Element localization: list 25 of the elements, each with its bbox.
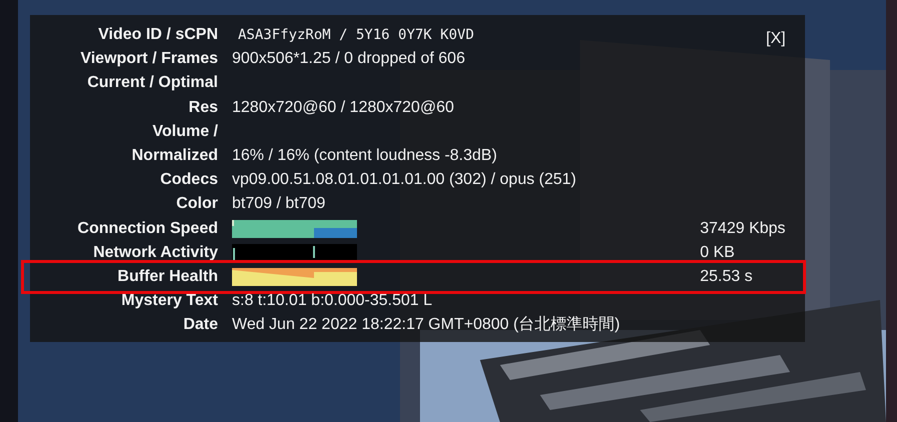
stat-value: 16% / 16% (content loudness -8.3dB) <box>232 148 498 164</box>
stat-value: 0 KB <box>700 244 735 261</box>
stat-label: Current / Optimal <box>87 75 218 92</box>
stat-label: Buffer Health <box>118 268 218 285</box>
stat-label: Viewport / Frames <box>80 51 218 68</box>
stat-label: Color <box>176 196 218 212</box>
stat-label: Video ID / sCPN <box>98 27 218 44</box>
stat-label: Codecs <box>160 172 218 188</box>
stat-label: Res <box>188 100 218 116</box>
stat-label: Connection Speed <box>78 220 218 237</box>
stat-value: bt709 / bt709 <box>232 196 326 212</box>
stat-value: 900x506*1.25 / 0 dropped of 606 <box>232 51 466 68</box>
stat-value: 25.53 s <box>700 268 752 285</box>
stat-label: Normalized <box>132 148 218 164</box>
stat-value: vp09.00.51.08.01.01.01.01.00 (302) / opus (251) <box>232 172 576 188</box>
stat-label: Date <box>183 317 218 334</box>
stat-value: s:8 t:10.01 b:0.000-35.501 L <box>232 293 432 310</box>
stat-label: Mystery Text <box>121 293 218 310</box>
stat-value: Wed Jun 22 2022 18:22:17 GMT+0800 (台北標準時間) <box>232 317 620 334</box>
stat-value: 37429 Kbps <box>700 220 786 237</box>
stat-label: Network Activity <box>93 244 218 261</box>
stat-value: 1280x720@60 / 1280x720@60 <box>232 100 454 116</box>
close-button[interactable]: [X] <box>766 31 786 47</box>
stat-label: Volume / <box>152 124 218 140</box>
stat-value: ASA3FfyzRoM / 5Y16 0Y7K K0VD <box>238 28 474 42</box>
